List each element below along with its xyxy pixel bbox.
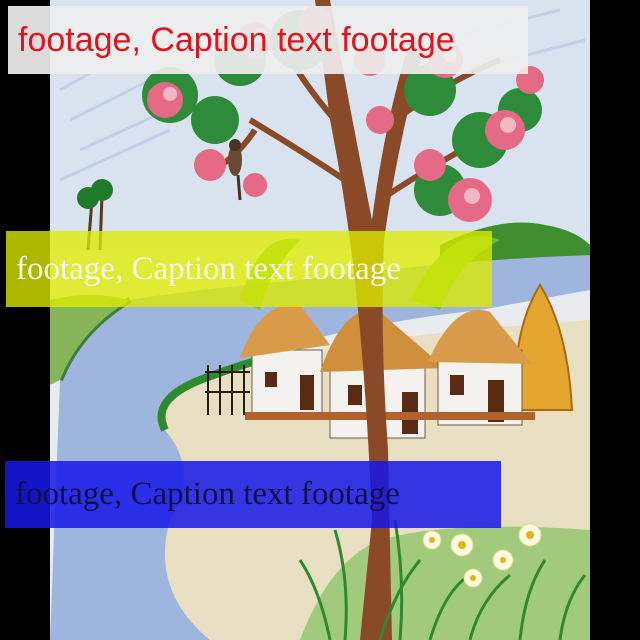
thatched-hut-icon [240,304,535,439]
village-drawing-scene [0,0,640,640]
caption-middle: footage, Caption text footage [6,231,492,307]
caption-bottom: footage, Caption text footage [5,461,501,528]
caption-top: footage, Caption text footage [8,6,528,74]
